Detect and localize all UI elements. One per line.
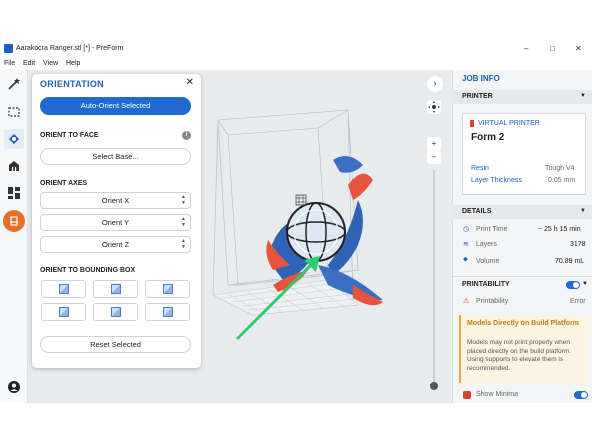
chevron-right-icon[interactable]: › [427, 76, 443, 92]
select-base-button[interactable]: Select Base... [40, 148, 191, 165]
supports-icon[interactable] [4, 156, 24, 176]
printer-icon [470, 120, 474, 127]
title-bar: Aarakocra Ranger.stl [*] - PreForm – □ ✕ [0, 40, 592, 58]
zoom-out-icon[interactable]: – [427, 150, 441, 164]
menu-edit[interactable]: Edit [23, 60, 35, 67]
bbox-top-button[interactable] [145, 280, 190, 298]
menu-view[interactable]: View [43, 60, 58, 67]
printability-value: Error [570, 298, 586, 305]
printer-section-header[interactable]: PRINTER ▼ [452, 90, 592, 104]
view-cube-icon[interactable] [427, 100, 441, 114]
auto-orient-button[interactable]: Auto-Orient Selected [40, 97, 191, 115]
layout-icon[interactable] [4, 183, 24, 203]
chevron-down-icon[interactable]: ▼ [580, 208, 586, 214]
printability-heading: PRINTABILITY [462, 281, 510, 288]
printer-type: VIRTUAL PRINTER [478, 120, 540, 127]
print-time-value: ~ 25 h 15 min [538, 226, 581, 233]
minimize-button[interactable]: – [524, 44, 528, 53]
info-icon[interactable]: i [182, 131, 191, 140]
job-info-title: JOB INFO [462, 74, 500, 83]
zoom-in-icon[interactable]: + [427, 137, 441, 151]
close-icon[interactable]: ✕ [186, 77, 194, 88]
printer-heading: PRINTER [462, 93, 493, 100]
account-icon[interactable] [4, 377, 24, 397]
orient-y-stepper[interactable]: Orient Y ▲ ▼ [40, 214, 191, 231]
stepper-arrows-icon[interactable]: ▲ ▼ [181, 194, 186, 206]
reset-selected-button[interactable]: Reset Selected [40, 336, 191, 353]
orient-bbox-heading: ORIENT TO BOUNDING BOX [40, 267, 136, 274]
bbox-side-button[interactable] [93, 280, 138, 298]
orient-x-label: Orient X [101, 196, 130, 205]
volume-icon: ⬥ [463, 256, 468, 263]
menu-bar: File Edit View Help [0, 58, 592, 70]
warning-card[interactable]: Models Directly on Build Platform Models… [459, 315, 589, 383]
panel-title: ORIENTATION [40, 79, 104, 89]
magic-wand-icon[interactable] [4, 74, 24, 94]
orient-x-stepper[interactable]: Orient X ▲ ▼ [40, 192, 191, 209]
layer-thickness-label: Layer Thickness [471, 177, 522, 184]
layers-label: Layers [476, 241, 498, 248]
layer-thickness-value: 0.05 mm [548, 177, 576, 184]
print-time-label: Print Time [476, 226, 508, 233]
error-icon: ⚠ [463, 298, 470, 305]
maximize-button[interactable]: □ [550, 44, 555, 53]
menu-file[interactable]: File [4, 60, 15, 67]
cube-icon [58, 284, 69, 294]
bbox-front-button[interactable] [41, 280, 86, 298]
show-minima-toggle[interactable] [574, 391, 588, 399]
cube-icon [162, 307, 173, 317]
print-icon[interactable] [3, 210, 25, 232]
volume-value: 70.89 mL [555, 258, 585, 265]
layer-slider-handle[interactable] [430, 382, 438, 390]
layers-icon: ≋ [463, 241, 469, 248]
orient-axes-heading: ORIENT AXES [40, 180, 88, 187]
minima-icon [463, 391, 471, 399]
cube-icon [110, 307, 121, 317]
model-handle-icon[interactable] [295, 194, 307, 206]
window-title: Aarakocra Ranger.stl [*] - PreForm [16, 45, 124, 52]
layer-slider-track[interactable] [433, 170, 435, 385]
details-section-header[interactable]: DETAILS ▼ [452, 205, 592, 219]
resin-value: Tough V4 [545, 165, 575, 172]
panel-header: ORIENTATION ✕ [32, 74, 201, 94]
stepper-arrows-icon[interactable]: ▲ ▼ [181, 216, 186, 228]
cube-icon [58, 307, 69, 317]
preform-app-icon [4, 44, 13, 53]
stepper-arrows-icon[interactable]: ▲ ▼ [181, 238, 186, 250]
bbox-left-button[interactable] [93, 303, 138, 321]
chevron-down-icon[interactable]: ▼ [582, 281, 588, 287]
bbox-back-button[interactable] [41, 303, 86, 321]
orient-z-stepper[interactable]: Orient Z ▲ ▼ [40, 236, 191, 253]
clock-icon: ◷ [463, 226, 470, 233]
orientation-panel: ORIENTATION ✕ Auto-Orient Selected ORIEN… [32, 74, 201, 368]
show-minima-label: Show Minima [476, 391, 519, 398]
chevron-down-icon[interactable]: ▼ [580, 93, 586, 99]
orient-z-label: Orient Z [101, 240, 130, 249]
cube-icon [162, 284, 173, 294]
bbox-bottom-button[interactable] [145, 303, 190, 321]
cube-icon [110, 284, 121, 294]
orientation-icon[interactable] [4, 129, 24, 149]
warning-title: Models Directly on Build Platform [467, 320, 580, 327]
printer-name: Form 2 [471, 132, 505, 143]
volume-label: Volume [476, 258, 500, 265]
menu-help[interactable]: Help [66, 60, 80, 67]
select-box-icon[interactable] [4, 102, 24, 122]
rotation-gizmo[interactable] [286, 202, 346, 262]
layers-value: 3178 [570, 241, 586, 248]
printability-toggle[interactable] [566, 281, 580, 289]
close-window-button[interactable]: ✕ [575, 44, 582, 53]
divider [452, 276, 592, 277]
resin-label: Resin [471, 165, 489, 172]
orient-y-label: Orient Y [101, 218, 130, 227]
details-heading: DETAILS [462, 208, 492, 215]
printability-label: Printability [476, 298, 509, 305]
orient-to-face-heading: ORIENT TO FACE [40, 132, 99, 139]
warning-body: Models may not print properly when place… [467, 339, 572, 372]
